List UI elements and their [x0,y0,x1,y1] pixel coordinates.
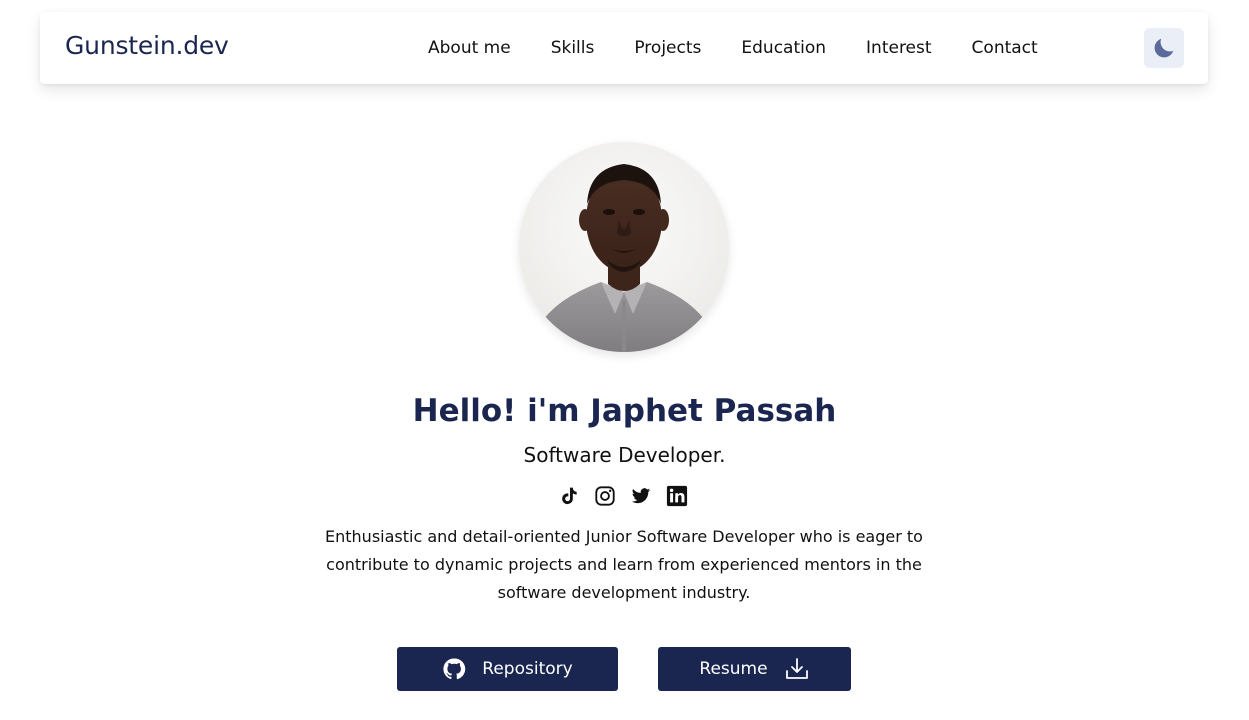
nav-link-interest[interactable]: Interest [866,36,932,60]
nav-link-skills[interactable]: Skills [551,36,595,60]
nav-link-projects[interactable]: Projects [634,36,701,60]
linkedin-link[interactable] [666,485,688,507]
github-icon [442,657,466,681]
nav-link-contact[interactable]: Contact [972,36,1038,60]
repository-button[interactable]: Repository [397,647,618,691]
instagram-icon [595,486,615,506]
twitter-icon [631,488,651,504]
social-links [558,485,688,507]
linkedin-icon [666,485,688,507]
nav-link-about[interactable]: About me [428,36,511,60]
repository-label: Repository [482,659,573,679]
tiktok-link[interactable] [558,485,580,507]
moon-icon [1154,38,1174,58]
theme-toggle-button[interactable] [1144,28,1184,68]
navbar: Gunstein.dev About me Skills Projects Ed… [40,12,1208,84]
tiktok-icon [562,487,577,505]
profile-photo [519,142,729,352]
avatar [519,142,729,352]
resume-label: Resume [699,659,768,679]
hero-subtitle: Software Developer. [523,443,726,467]
brand-logo[interactable]: Gunstein.dev [65,30,229,62]
nav-links: About me Skills Projects Education Inter… [428,36,1038,60]
download-icon [784,657,810,681]
hero-title: Hello! i'm Japhet Passah [412,393,837,429]
bio-text: Enthusiastic and detail-oriented Junior … [325,527,923,602]
twitter-link[interactable] [630,485,652,507]
instagram-link[interactable] [594,485,616,507]
nav-link-education[interactable]: Education [741,36,826,60]
resume-button[interactable]: Resume [658,647,851,691]
